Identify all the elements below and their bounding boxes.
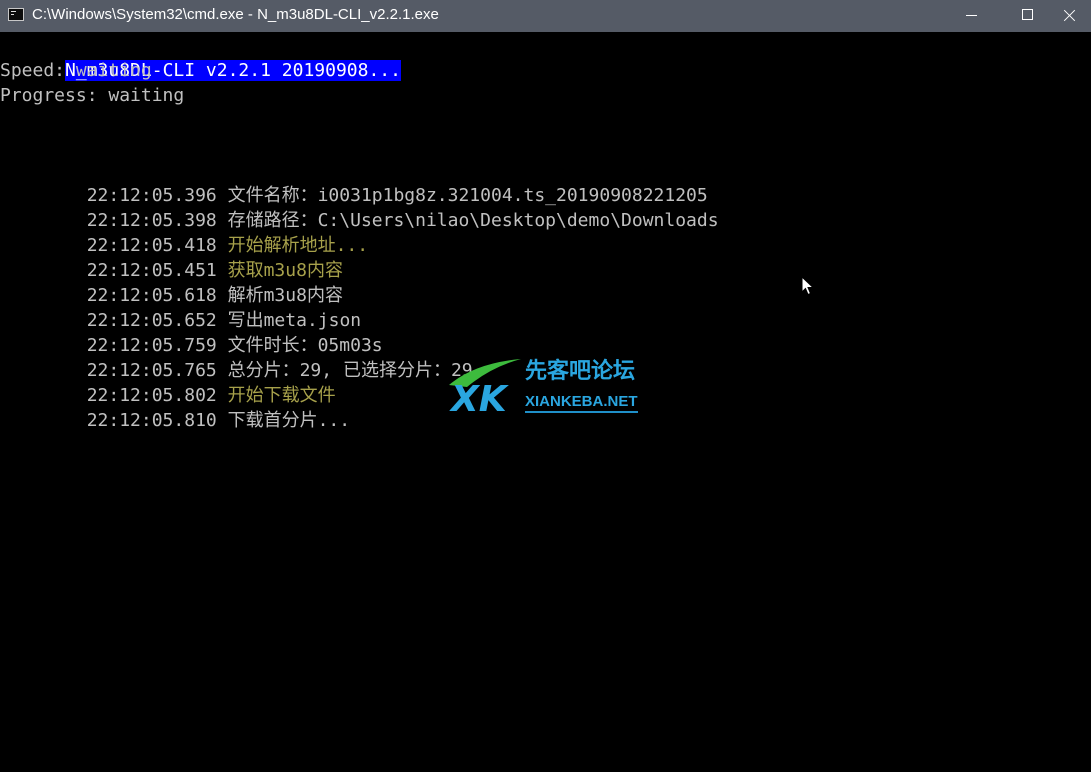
minimize-icon [966,15,977,16]
log-line: 22:12:05.759 文件时长：05m03s [0,308,383,356]
watermark-logo-icon: XK [449,359,521,417]
maximize-button[interactable] [1004,0,1050,32]
minimize-button[interactable] [948,0,994,32]
log-line: 22:12:05.418 开始解析地址... [0,208,368,256]
log-line: 22:12:05.618 解析m3u8内容 [0,258,343,306]
watermark-logo-text: XK [449,379,510,417]
log-line: 22:12:05.398 存储路径：C:\Users\nilao\Desktop… [0,183,719,231]
title-bar[interactable]: C:\Windows\System32\cmd.exe - N_m3u8DL-C… [0,0,1091,32]
log-time: 22:12:05.810 [86,410,217,431]
window-title: C:\Windows\System32\cmd.exe - N_m3u8DL-C… [32,6,439,23]
log-line: 22:12:05.652 写出meta.json [0,283,361,331]
header-line: N_m3u8DL-CLI v2.2.1 20190908... [0,33,401,81]
log-line: 22:12:05.810 下载首分片... [0,383,350,431]
console-app-icon[interactable] [8,8,24,21]
progress-line: Progress: waiting [0,85,185,106]
mouse-pointer-icon [801,276,815,296]
maximize-icon [1022,9,1033,20]
close-button[interactable] [1050,0,1091,32]
console-window: C:\Windows\System32\cmd.exe - N_m3u8DL-C… [0,0,1091,772]
log-line: 22:12:05.396 文件名称：i0031p1bg8z.321004.ts_… [0,158,708,206]
log-line: 22:12:05.451 获取m3u8内容 [0,233,343,281]
log-line: 22:12:05.765 总分片：29, 已选择分片：29 [0,333,473,381]
watermark-name-cn: 先客吧论坛 [525,359,636,384]
watermark: XK 先客吧论坛 XIANKEBA.NET [445,355,650,417]
speed-line: Speed: waiting [0,60,152,81]
log-line: 22:12:05.802 开始下载文件 [0,358,336,406]
log-message: 下载首分片... [227,410,351,431]
watermark-name-en: XIANKEBA.NET [525,393,638,413]
close-icon [1063,9,1075,21]
